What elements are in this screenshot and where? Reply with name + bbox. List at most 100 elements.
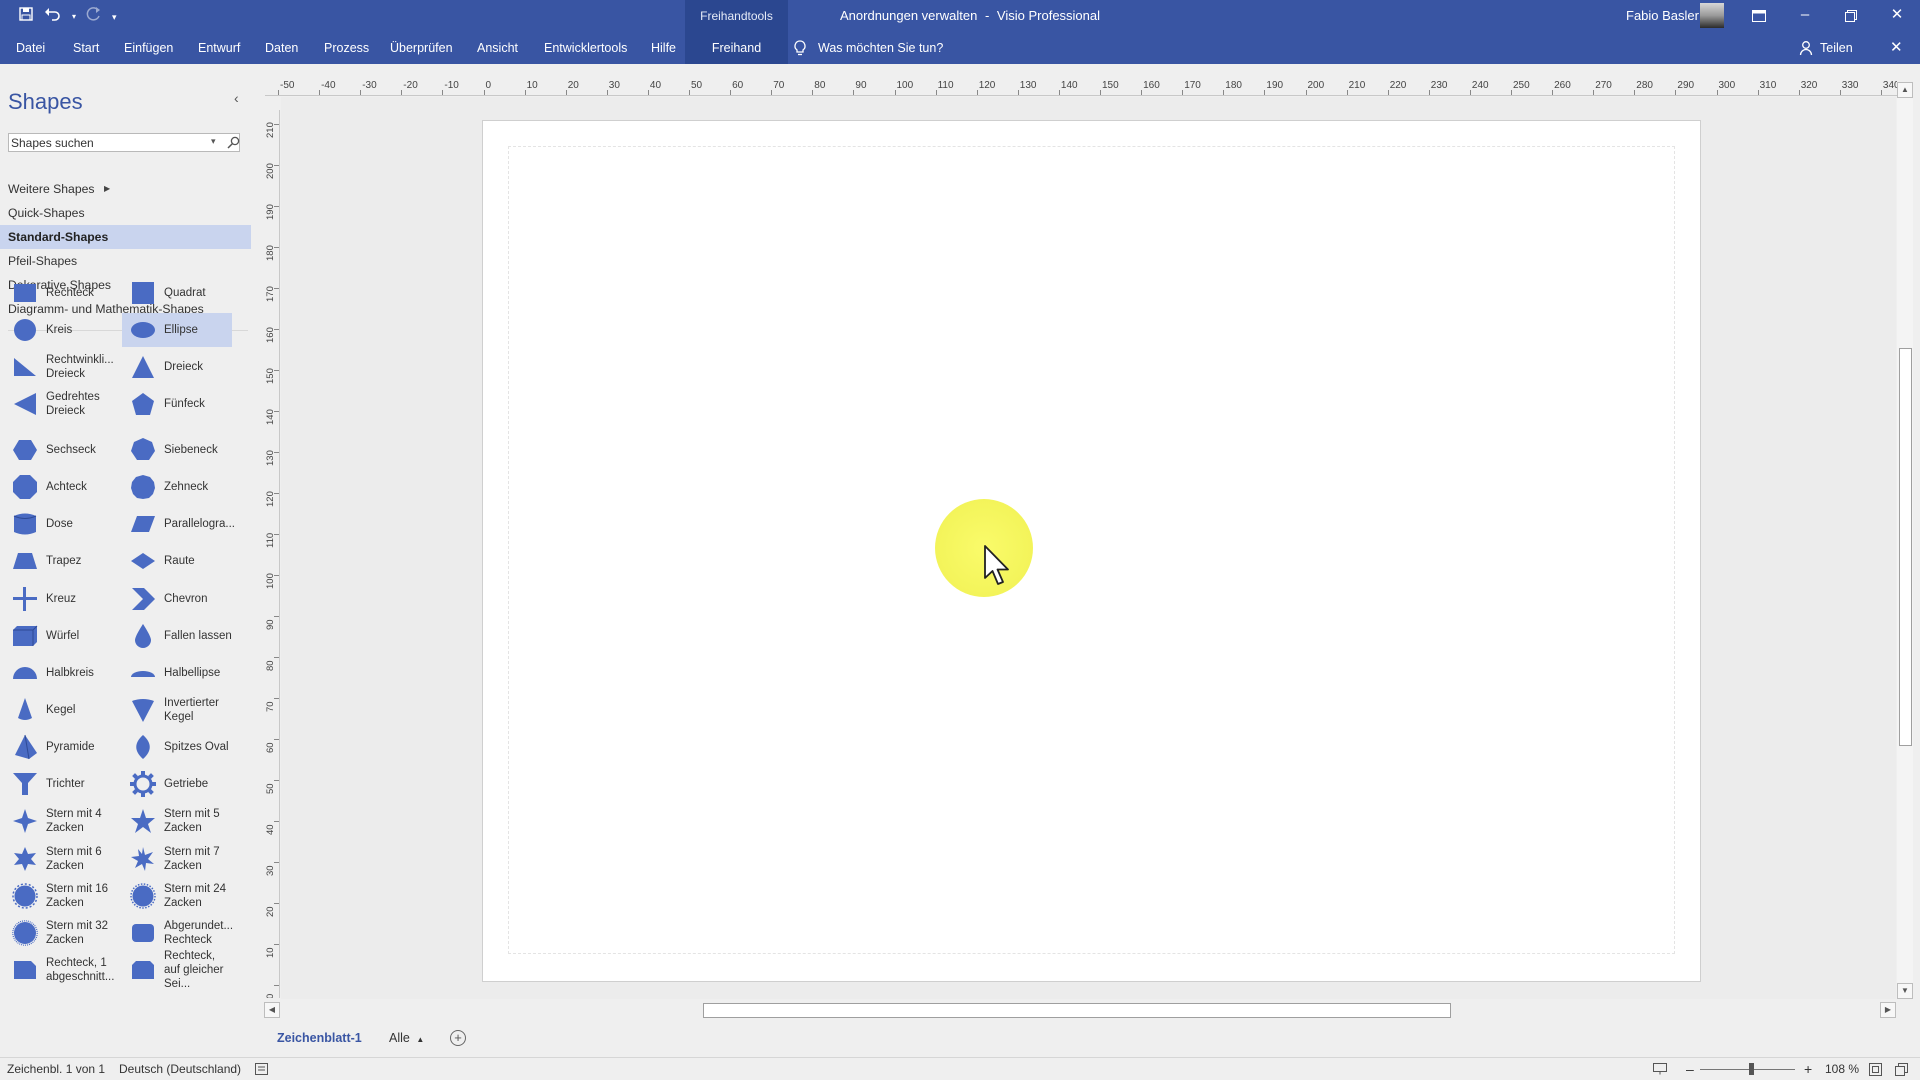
tab-datei[interactable]: Datei (16, 32, 45, 64)
minimize-icon[interactable]: – (1782, 0, 1828, 32)
shape-item-star-5[interactable]: Stern mit 5 Zacken (122, 804, 232, 838)
shape-item-ellipse[interactable]: Ellipse (122, 313, 232, 347)
shape-item-pentagon[interactable]: Fünfeck (122, 387, 232, 421)
zoom-slider-thumb[interactable] (1749, 1063, 1754, 1075)
shape-item-circle[interactable]: Kreis (4, 313, 114, 347)
tab-zeichenblatt-1[interactable]: Zeichenblatt-1 (277, 1020, 362, 1056)
star-16-icon (12, 883, 38, 909)
zoom-slider[interactable] (1700, 1069, 1795, 1070)
shape-item-pyramid[interactable]: Pyramide (4, 730, 114, 764)
ruler-tick (1346, 90, 1348, 95)
redo-icon[interactable] (86, 6, 102, 27)
vertical-scroll-thumb[interactable] (1899, 348, 1912, 746)
shape-item-diamond[interactable]: Raute (122, 544, 232, 578)
restore-icon[interactable] (1828, 0, 1874, 32)
app-name: Visio Professional (996, 8, 1101, 23)
drawing-canvas[interactable] (281, 97, 1896, 999)
shape-item-same-side-rectangle[interactable]: Rechteck, auf gleicher Sei... (122, 950, 232, 990)
shape-item-drop[interactable]: Fallen lassen (122, 619, 232, 653)
share-person-icon[interactable] (1799, 40, 1815, 56)
add-page-icon[interactable]: + (450, 1030, 466, 1046)
shape-item-hexagon[interactable]: Sechseck (4, 433, 114, 467)
shape-item-right-triangle[interactable]: Rechtwinkli... Dreieck (4, 350, 114, 384)
scroll-down-icon[interactable]: ▼ (1897, 983, 1913, 999)
shape-item-rounded-rectangle[interactable]: Abgerundet... Rechteck (122, 916, 233, 950)
shape-item-star-16[interactable]: Stern mit 16 Zacken (4, 879, 114, 913)
scroll-up-icon[interactable]: ▲ (1897, 82, 1913, 98)
ribbon-display-options-icon[interactable] (1736, 0, 1782, 32)
stencil-pfeil-shapes[interactable]: Pfeil-Shapes (0, 249, 251, 273)
stencil-weitere-shapes[interactable]: Weitere Shapes ▶ (0, 177, 251, 201)
shape-item-rectangle[interactable]: Rechteck (4, 276, 114, 310)
drawing-page[interactable] (482, 120, 1701, 982)
shape-item-heptagon[interactable]: Siebeneck (122, 433, 232, 467)
shape-item-semicircle[interactable]: Halbkreis (4, 656, 114, 690)
shape-item-cross[interactable]: Kreuz (4, 582, 114, 616)
tab-start[interactable]: Start (73, 32, 99, 64)
close-window-icon[interactable]: ✕ (1874, 0, 1920, 32)
chevron-down-icon[interactable]: ▾ (211, 136, 216, 147)
presentation-mode-icon[interactable] (1653, 1058, 1667, 1080)
undo-dropdown-icon[interactable]: ▾ (72, 7, 76, 27)
tab-entwicklertools[interactable]: Entwicklertools (544, 32, 627, 64)
shape-item-star-4[interactable]: Stern mit 4 Zacken (4, 804, 114, 838)
shape-item-snipped-rectangle[interactable]: Rechteck, 1 abgeschnitt... (4, 953, 114, 987)
tab-einfuegen[interactable]: Einfügen (124, 32, 173, 64)
tab-freihand[interactable]: Freihand (685, 32, 788, 64)
switch-windows-icon[interactable] (1895, 1058, 1908, 1080)
shape-item-parallelogram[interactable]: Parallelogra... (122, 507, 235, 541)
save-icon[interactable] (18, 6, 34, 27)
tell-me-search[interactable]: Was möchten Sie tun? (818, 32, 943, 64)
shape-item-gear[interactable]: Getriebe (122, 767, 232, 801)
scroll-left-icon[interactable]: ◀ (264, 1002, 280, 1018)
tab-prozess[interactable]: Prozess (324, 32, 369, 64)
shape-item-star-32[interactable]: Stern mit 32 Zacken (4, 916, 114, 950)
shape-item-decagon[interactable]: Zehneck (122, 470, 232, 504)
horizontal-scroll-thumb[interactable] (703, 1003, 1451, 1018)
shape-item-can[interactable]: Dose (4, 507, 114, 541)
ruler-tick (606, 90, 608, 95)
stencil-standard-shapes[interactable]: Standard-Shapes (0, 225, 251, 249)
lightbulb-icon[interactable] (793, 40, 807, 56)
customize-toolbar-icon[interactable]: ▾ (112, 7, 117, 27)
user-name[interactable]: Fabio Basler (1626, 0, 1699, 32)
shape-item-rotated-triangle[interactable]: Gedrehtes Dreieck (4, 387, 114, 421)
tab-daten[interactable]: Daten (265, 32, 298, 64)
shape-item-square[interactable]: Quadrat (122, 276, 232, 310)
shape-item-inverted-cone[interactable]: Invertierter Kegel (122, 693, 232, 727)
shape-item-star-24[interactable]: Stern mit 24 Zacken (122, 879, 232, 913)
tab-hilfe[interactable]: Hilfe (651, 32, 676, 64)
shape-item-star-7[interactable]: Stern mit 7 Zacken (122, 842, 232, 876)
shape-item-half-ellipse[interactable]: Halbellipse (122, 656, 232, 690)
tab-ansicht[interactable]: Ansicht (477, 32, 518, 64)
shape-item-cone[interactable]: Kegel (4, 693, 114, 727)
tab-entwurf[interactable]: Entwurf (198, 32, 240, 64)
avatar[interactable] (1700, 3, 1724, 28)
shape-item-star-6[interactable]: Stern mit 6 Zacken (4, 842, 114, 876)
shape-item-chevron[interactable]: Chevron (122, 582, 232, 616)
language-indicator[interactable]: Deutsch (Deutschland) (119, 1058, 241, 1080)
all-pages-button[interactable]: Alle ▲ (389, 1020, 424, 1058)
fit-page-icon[interactable] (1869, 1058, 1882, 1080)
scroll-right-icon[interactable]: ▶ (1880, 1002, 1896, 1018)
tab-ueberpruefen[interactable]: Überprüfen (390, 32, 453, 64)
undo-icon[interactable] (44, 6, 62, 27)
zoom-out-icon[interactable]: – (1686, 1058, 1694, 1080)
share-button[interactable]: Teilen (1820, 32, 1853, 64)
zoom-level[interactable]: 108 % (1825, 1058, 1859, 1080)
search-input[interactable] (9, 134, 199, 151)
macro-record-icon[interactable] (255, 1058, 268, 1080)
shape-item-trapezoid[interactable]: Trapez (4, 544, 114, 578)
page-info[interactable]: Zeichenbl. 1 von 1 (7, 1058, 105, 1080)
shape-item-cube[interactable]: Würfel (4, 619, 114, 653)
shape-item-funnel[interactable]: Trichter (4, 767, 114, 801)
zoom-in-icon[interactable]: + (1804, 1058, 1812, 1080)
shape-item-octagon[interactable]: Achteck (4, 470, 114, 504)
shape-item-pointed-oval[interactable]: Spitzes Oval (122, 730, 232, 764)
stencil-quick-shapes[interactable]: Quick-Shapes (0, 201, 251, 225)
search-icon[interactable] (227, 136, 240, 149)
shape-item-triangle[interactable]: Dreieck (122, 350, 232, 384)
collapse-panel-icon[interactable]: ‹ (234, 90, 239, 106)
close-ribbon-icon[interactable]: ✕ (1890, 32, 1903, 64)
ruler-tick (1634, 90, 1636, 95)
